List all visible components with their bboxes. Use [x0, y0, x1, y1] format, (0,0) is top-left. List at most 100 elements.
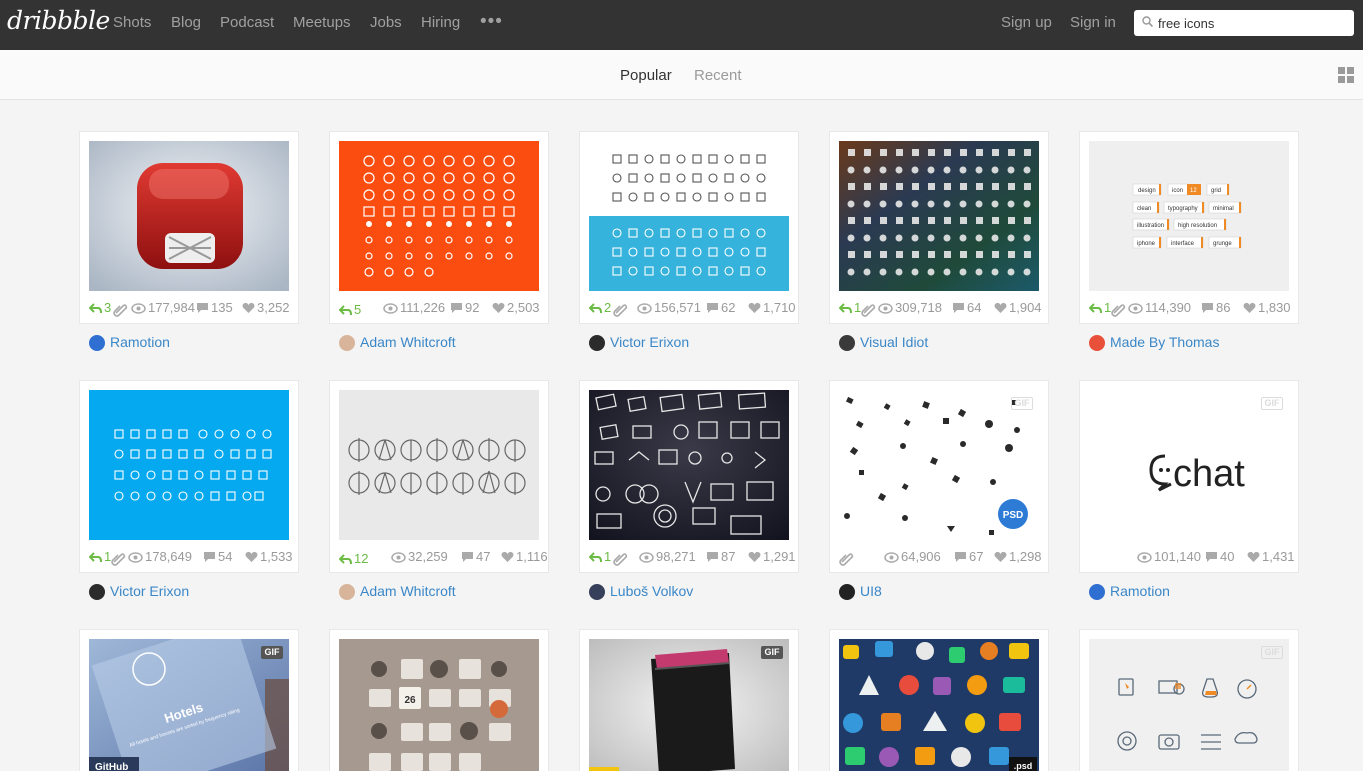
like-count[interactable]: 1,904 — [994, 300, 1042, 315]
more-menu-icon[interactable]: ••• — [480, 11, 503, 33]
heart-icon — [994, 551, 1007, 562]
author-name[interactable]: UI8 — [860, 583, 882, 599]
shot-thumbnail[interactable] — [589, 390, 789, 540]
avatar — [1089, 584, 1105, 600]
tab-popular[interactable]: Popular — [620, 67, 672, 84]
wallet-illustration — [589, 639, 789, 771]
shot-thumbnail[interactable] — [339, 390, 539, 540]
like-count[interactable]: 2,503 — [492, 300, 540, 315]
shot-thumbnail[interactable] — [589, 639, 789, 771]
shot-thumbnail[interactable] — [1089, 639, 1289, 771]
comment-count: 87 — [706, 549, 735, 564]
shot-thumbnail[interactable]: design icon 12 grid clean typography min… — [1089, 141, 1289, 291]
shot-stats: 1 178,649 54 1,533 — [80, 547, 300, 567]
flat-app-icons-illustration: 26 — [339, 639, 539, 771]
author-name[interactable]: Victor Erixon — [610, 334, 689, 350]
shot-card: 2 156,571 62 1,710 — [579, 131, 799, 324]
grid-view-icon[interactable] — [1338, 67, 1354, 83]
psd-badge: PSD — [1003, 510, 1024, 521]
avatar — [89, 335, 105, 351]
calendar-day-number: 26 — [404, 695, 416, 706]
nav-jobs[interactable]: Jobs — [370, 14, 402, 31]
gif-badge: GIF — [1011, 397, 1033, 410]
shot-thumbnail[interactable]: chat — [1089, 390, 1289, 540]
rebound-icon — [89, 552, 102, 563]
list-filter-bar: Popular Recent — [0, 50, 1363, 100]
shot-thumbnail[interactable]: PSD — [839, 390, 1039, 540]
tag-text: 12 — [1190, 188, 1197, 194]
tag-text: illustration — [1137, 223, 1164, 229]
comment-icon — [1206, 552, 1217, 562]
eye-icon — [128, 552, 143, 563]
tag-text: design — [1138, 188, 1156, 194]
avatar — [589, 335, 605, 351]
shot-card: 12 32,259 47 1,116 — [329, 380, 549, 573]
search-input[interactable] — [1158, 13, 1348, 33]
shot-thumbnail[interactable]: Hotels All hotels and houses are sorted … — [89, 639, 289, 771]
author-name[interactable]: Ramotion — [1110, 583, 1170, 599]
avatar — [339, 335, 355, 351]
eye-icon — [884, 552, 899, 563]
like-count[interactable]: 1,830 — [1243, 300, 1291, 315]
shot-thumbnail[interactable] — [839, 141, 1039, 291]
like-count[interactable]: 1,116 — [501, 549, 548, 564]
attachment-icon — [613, 304, 628, 317]
rebound-icon — [339, 305, 352, 316]
comment-icon — [204, 552, 215, 562]
rebound-count: 1 — [839, 300, 861, 315]
gif-badge: GIF — [261, 646, 283, 659]
shot-stats: 2 156,571 62 1,710 — [580, 298, 800, 318]
author-name[interactable]: Adam Whitcroft — [360, 334, 456, 350]
rebound-icon — [1089, 303, 1102, 314]
author-name[interactable]: Adam Whitcroft — [360, 583, 456, 599]
nav-podcast[interactable]: Podcast — [220, 14, 274, 31]
like-count[interactable]: 1,291 — [748, 549, 796, 564]
tab-recent[interactable]: Recent — [694, 67, 742, 84]
tag-text: iphone — [1137, 241, 1156, 247]
shot-thumbnail[interactable] — [589, 141, 789, 291]
eye-icon — [639, 552, 654, 563]
shot-stats: 3 177,984 135 3,252 — [80, 298, 300, 318]
view-count: 177,984 — [131, 300, 195, 315]
eye-icon — [383, 303, 398, 314]
like-count[interactable]: 1,710 — [748, 300, 796, 315]
author-name[interactable]: Ramotion — [110, 334, 170, 350]
weather-icons-illustration — [339, 141, 539, 291]
search-box — [1134, 10, 1354, 36]
gif-badge: GIF — [761, 646, 783, 659]
sign-up-link[interactable]: Sign up — [1001, 14, 1052, 31]
tag-text: clean — [1137, 206, 1151, 212]
author-name[interactable]: Made By Thomas — [1110, 334, 1219, 350]
shot-thumbnail[interactable] — [89, 141, 289, 291]
nav-blog[interactable]: Blog — [171, 14, 201, 31]
landmark-icons-illustration — [339, 390, 539, 540]
comment-count: 40 — [1205, 549, 1234, 564]
eye-icon — [637, 303, 652, 314]
like-count[interactable]: 3,252 — [242, 300, 290, 315]
shot-thumbnail[interactable] — [89, 390, 289, 540]
nav-shots[interactable]: Shots — [113, 14, 151, 31]
author-name[interactable]: Visual Idiot — [860, 334, 928, 350]
rebound-icon — [589, 303, 602, 314]
shot-thumbnail[interactable]: .psd — [839, 639, 1039, 771]
shot-card: 1 98,271 87 1,291 — [579, 380, 799, 573]
shot-card: PSD GIF 64,906 67 1,298 — [829, 380, 1049, 573]
shot-thumbnail[interactable]: 26 — [339, 639, 539, 771]
like-count[interactable]: 1,533 — [245, 549, 293, 564]
sign-in-link[interactable]: Sign in — [1070, 14, 1116, 31]
view-count: 101,140 — [1137, 549, 1201, 564]
nav-hiring[interactable]: Hiring — [421, 14, 460, 31]
dribbble-logo[interactable]: dribbble — [7, 6, 110, 35]
like-count[interactable]: 1,431 — [1247, 549, 1295, 564]
shot-card: chat GIF 101,140 40 1,431 — [1079, 380, 1299, 573]
comment-count: 67 — [954, 549, 983, 564]
outline-icons-illustration — [1089, 639, 1289, 771]
nav-meetups[interactable]: Meetups — [293, 14, 351, 31]
chat-wordmark: chat — [1173, 453, 1245, 495]
shot-thumbnail[interactable] — [339, 141, 539, 291]
author-name[interactable]: Victor Erixon — [110, 583, 189, 599]
like-count[interactable]: 1,298 — [994, 549, 1042, 564]
author-name[interactable]: Luboš Volkov — [610, 583, 693, 599]
rebound-count: 1 — [89, 549, 111, 564]
comment-count: 135 — [196, 300, 233, 315]
